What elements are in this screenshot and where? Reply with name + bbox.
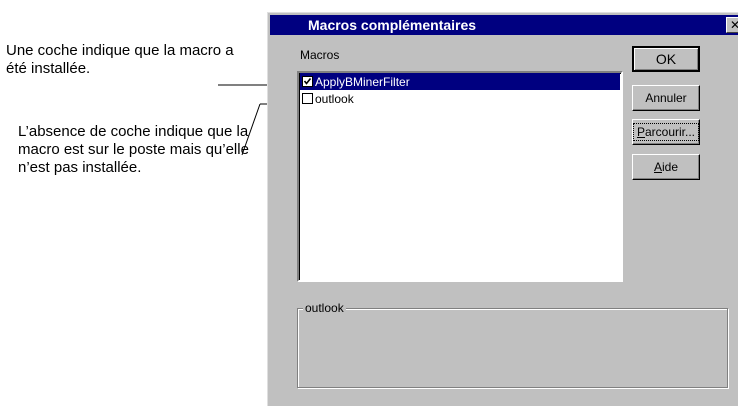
macro-item-applybminerfilter[interactable]: ApplyBMinerFilter xyxy=(300,73,620,90)
macro-item-outlook[interactable]: outlook xyxy=(300,90,620,107)
macro-description-group: outlook xyxy=(297,301,728,388)
macro-item-label: ApplyBMinerFilter xyxy=(315,74,410,89)
browse-label-rest: arcourir... xyxy=(645,125,696,139)
macro-checkbox-checked[interactable] xyxy=(302,76,313,87)
macros-label: Macros xyxy=(300,48,340,62)
cancel-button-label: Annuler xyxy=(645,91,687,105)
ok-button[interactable]: OK xyxy=(632,46,700,72)
help-label-rest: ide xyxy=(662,160,679,174)
macro-checkbox-unchecked[interactable] xyxy=(302,93,313,104)
browse-button[interactable]: Parcourir... xyxy=(632,119,700,145)
annotation-unchecked-macro: L’absence de coche indique que la macro … xyxy=(18,123,249,176)
annotation-checked-macro: Une coche indique que la macro a été ins… xyxy=(6,42,234,77)
macro-item-label: outlook xyxy=(315,91,354,106)
checkmark-icon xyxy=(303,78,312,85)
dialog-titlebar[interactable]: Macros complémentaires ✕ xyxy=(270,15,738,35)
description-group-label: outlook xyxy=(303,301,346,315)
ok-button-label: OK xyxy=(655,51,677,67)
browse-button-label: Parcourir... xyxy=(632,123,700,141)
close-icon: ✕ xyxy=(729,18,738,32)
macros-listbox[interactable]: ApplyBMinerFilter outlook xyxy=(297,71,623,282)
help-mnemonic: A xyxy=(653,160,662,174)
browse-mnemonic: P xyxy=(636,125,645,139)
help-button[interactable]: Aide xyxy=(632,154,700,180)
macros-dialog: Macros complémentaires ✕ Macros ApplyBMi… xyxy=(267,12,738,406)
help-button-label: Aide xyxy=(654,160,678,174)
dialog-title: Macros complémentaires xyxy=(308,17,477,33)
cancel-button[interactable]: Annuler xyxy=(632,85,700,111)
close-button[interactable]: ✕ xyxy=(726,17,738,33)
